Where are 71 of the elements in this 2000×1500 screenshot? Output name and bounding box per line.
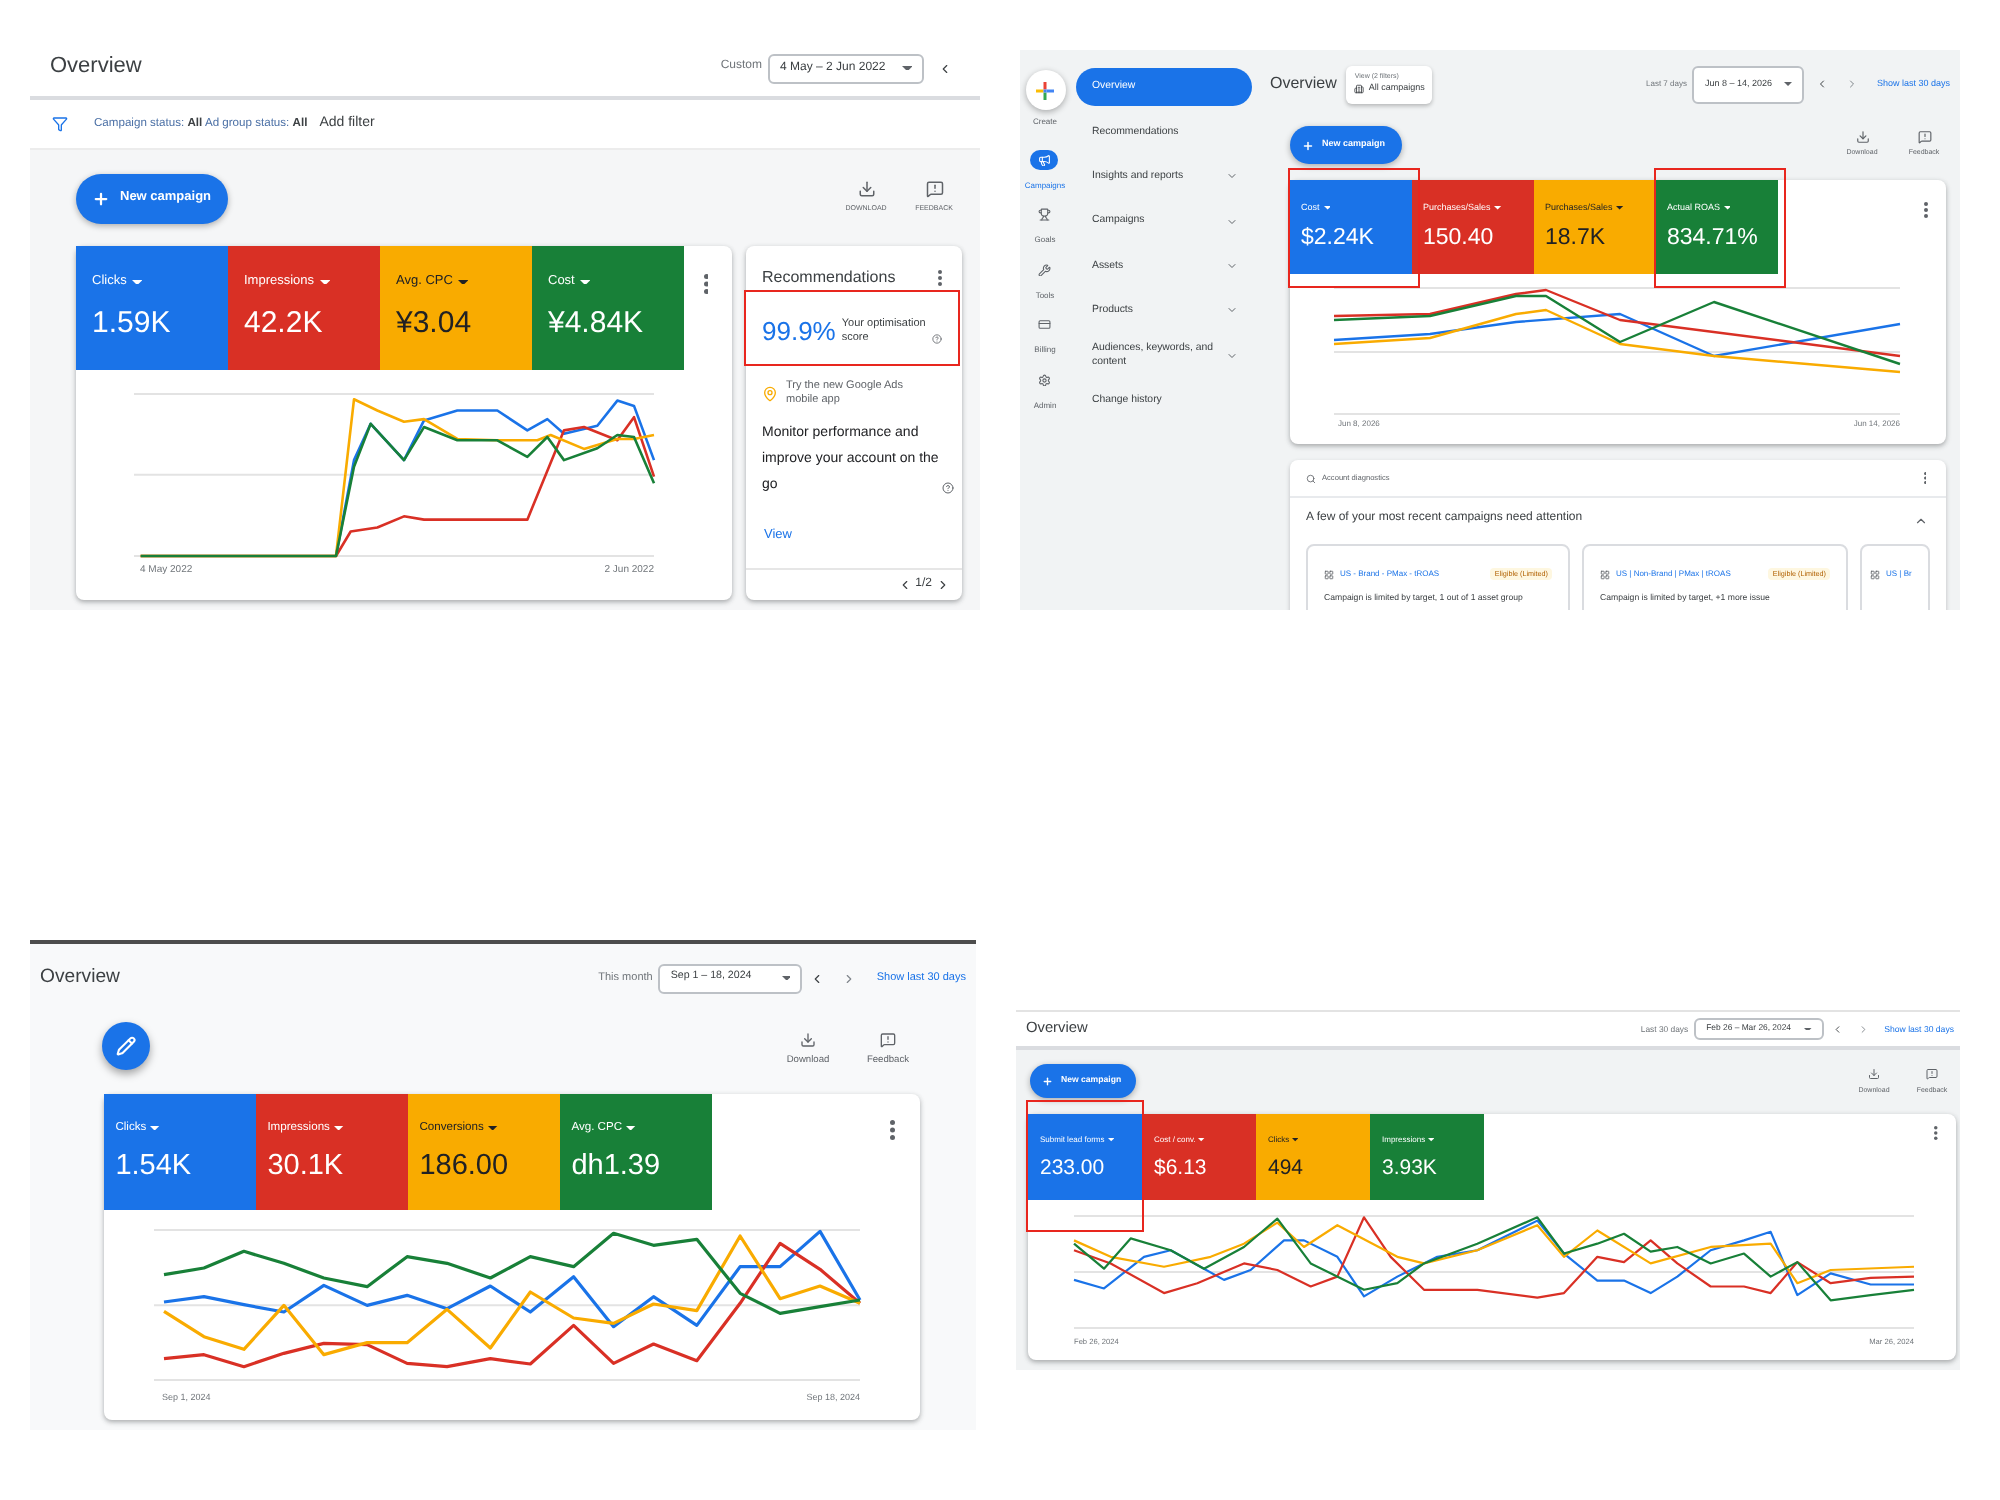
metric-value: ¥3.04 [396,306,472,342]
plus-icon [1025,70,1065,110]
metric-value: $6.13 [1154,1155,1207,1180]
grid-icon [1600,569,1610,579]
caret-icon [1107,1138,1115,1142]
recommendations-title: Recommendations [762,268,896,288]
metric-value: 30.1K [267,1149,344,1183]
plus-icon [1042,1075,1053,1087]
more-options-icon[interactable] [890,1120,895,1140]
metric-value: 186.00 [419,1149,509,1183]
plus-icon [1302,139,1314,151]
pencil-icon [115,1035,137,1057]
download-icon [800,1032,816,1048]
chevron-left-icon[interactable] [938,61,952,75]
help-icon[interactable] [931,334,942,345]
page-title: Overview [1270,74,1337,94]
caret-icon [626,1125,636,1131]
caret-icon [1323,206,1331,210]
building-icon [1354,84,1365,94]
caret-icon [1784,81,1793,86]
download-icon [1868,1068,1880,1080]
feedback-icon [880,1032,896,1048]
caret-icon [319,279,330,285]
caret-icon [901,65,912,71]
feedback-icon [1926,1068,1938,1080]
caret-icon [1616,206,1624,210]
feedback-icon [1917,129,1931,143]
metric-value: 834.71% [1667,226,1758,254]
caret-icon [488,1125,498,1131]
plus-icon [92,190,110,208]
chevron-up-icon[interactable] [1914,513,1928,527]
caret-icon [1198,1138,1206,1142]
grid-icon [1324,569,1334,579]
filter-icon[interactable] [52,116,68,132]
help-icon[interactable] [942,481,954,494]
caret-icon [1494,206,1502,210]
metric-value: 494 [1268,1155,1304,1180]
caret-icon [579,279,591,285]
grid-icon [1870,569,1880,579]
more-options-icon[interactable] [703,274,708,294]
chevron-right-icon[interactable] [936,578,950,592]
metric-value: $2.24K [1301,226,1374,254]
edit-button[interactable] [102,1022,150,1070]
optimisation-score: 99.9% [762,316,836,348]
chevron-left-icon[interactable] [897,578,912,592]
metric-value: 18.7K [1545,226,1606,254]
metric-value: 1.59K [92,306,171,342]
search-icon [1306,473,1316,483]
metric-value: 150.40 [1423,226,1494,254]
caret-icon [1292,1138,1299,1142]
page-title: Overview [50,54,142,82]
metric-value: 42.2K [244,306,323,342]
caret-icon [1723,206,1731,210]
metric-value: 3.93K [1382,1155,1437,1180]
page-title: Overview [40,966,120,990]
caret-icon [458,279,469,285]
caret-icon [1428,1138,1435,1142]
metric-value: 1.54K [115,1149,192,1183]
caret-icon [150,1125,161,1131]
caret-icon [781,975,791,981]
download-icon [857,180,875,198]
map-pin-icon [762,386,778,403]
chevron-left-icon[interactable] [810,971,825,985]
metric-value: dh1.39 [571,1149,661,1183]
caret-icon [131,279,143,285]
metric-value: ¥4.84K [548,306,644,342]
caret-icon [334,1125,344,1131]
metric-value: 233.00 [1040,1155,1105,1180]
download-icon [1855,129,1869,143]
caret-icon [1804,1027,1813,1031]
feedback-icon [925,180,943,198]
